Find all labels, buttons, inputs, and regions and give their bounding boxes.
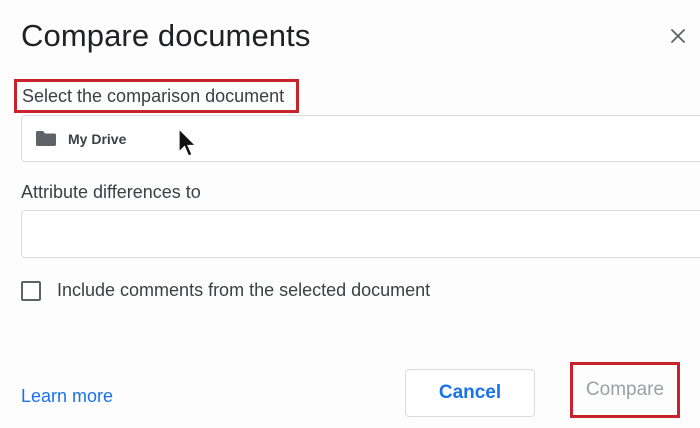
folder-icon [35, 131, 57, 147]
mouse-pointer-icon [178, 127, 198, 160]
dialog-title: Compare documents [21, 18, 311, 53]
include-comments-label: Include comments from the selected docum… [57, 280, 431, 300]
include-comments-checkbox[interactable] [21, 280, 41, 301]
attribute-differences-input[interactable] [21, 210, 700, 258]
attribute-differences-label: Attribute differences to [21, 182, 201, 202]
comparison-document-picker[interactable]: My Drive [21, 115, 700, 162]
close-button[interactable] [664, 24, 692, 52]
include-comments-row[interactable]: Include comments from the selected docum… [21, 280, 430, 301]
compare-documents-dialog: Compare documents Select the comparison … [0, 0, 700, 428]
close-icon [670, 28, 686, 49]
learn-more-link[interactable]: Learn more [21, 386, 113, 407]
drive-location-text: My Drive [68, 130, 127, 147]
cancel-button[interactable]: Cancel [405, 369, 535, 417]
compare-button[interactable]: Compare [570, 362, 680, 418]
comparison-document-label: Select the comparison document [14, 79, 299, 113]
